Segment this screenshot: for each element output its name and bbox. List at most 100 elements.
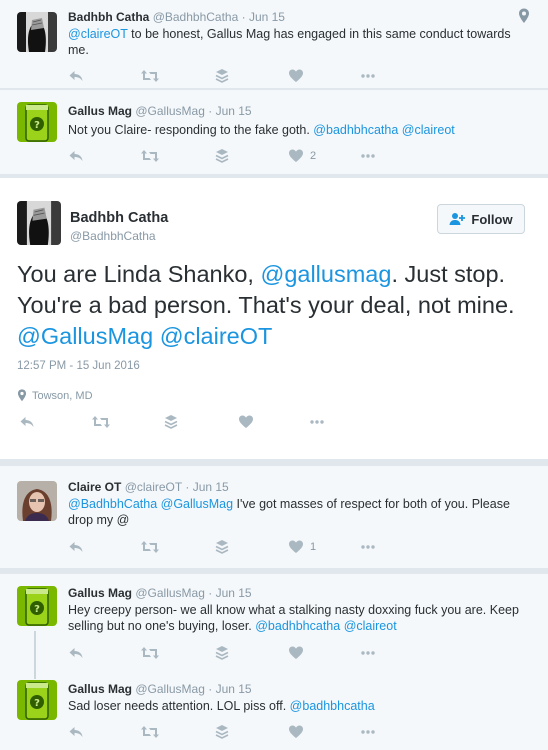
tweet-time[interactable]: · Jun 15 <box>208 104 251 118</box>
like-button[interactable]: 1 <box>288 539 316 555</box>
tweet-header: Gallus Mag @GallusMag · Jun 15 <box>68 682 252 696</box>
user-handle[interactable]: @BadhbhCatha <box>153 10 239 24</box>
tweet-timestamp[interactable]: 12:57 PM - 15 Jun 2016 <box>17 360 140 372</box>
layers-button[interactable] <box>214 724 230 740</box>
heart-icon <box>288 539 304 555</box>
avatar[interactable] <box>17 12 57 52</box>
tweet-header: Claire OT @claireOT · Jun 15 <box>68 480 229 494</box>
more-button[interactable] <box>360 539 376 555</box>
user-name[interactable]: Badhbh Catha <box>68 10 149 24</box>
mention-link[interactable]: @badhbhcatha <box>290 699 375 713</box>
user-handle[interactable]: @claireOT <box>125 480 182 494</box>
tweet-text: Sad loser needs attention. LOL piss off.… <box>68 699 375 713</box>
main-tweet-text: You are Linda Shanko, @gallusmag. Just s… <box>17 261 515 349</box>
more-icon <box>360 68 376 84</box>
retweet-button[interactable] <box>140 148 160 164</box>
retweet-button[interactable] <box>140 645 160 661</box>
user-name[interactable]: Gallus Mag <box>68 682 132 696</box>
more-icon <box>360 645 376 661</box>
mention-link[interactable]: @claireOT <box>160 323 273 349</box>
retweet-icon <box>140 539 160 555</box>
more-icon <box>360 148 376 164</box>
retweet-icon <box>140 645 160 661</box>
reply-button[interactable] <box>68 645 84 661</box>
reply-tweet[interactable]: Claire OT @claireOT · Jun 15 @BadhbhCath… <box>0 466 548 568</box>
mention-link[interactable]: @GallusMag <box>161 497 233 511</box>
reply-button[interactable] <box>19 414 35 430</box>
layers-button[interactable] <box>214 68 230 84</box>
more-icon <box>309 414 325 430</box>
avatar[interactable] <box>17 201 61 245</box>
retweet-icon <box>140 724 160 740</box>
retweet-button[interactable] <box>140 68 160 84</box>
more-icon <box>360 539 376 555</box>
retweet-icon <box>140 148 160 164</box>
layers-button[interactable] <box>163 414 179 430</box>
like-button[interactable] <box>288 645 310 661</box>
layers-button[interactable] <box>214 645 230 661</box>
mention-link[interactable]: @GallusMag <box>17 323 153 349</box>
reply-button[interactable] <box>68 724 84 740</box>
user-name[interactable]: Gallus Mag <box>68 104 132 118</box>
user-handle[interactable]: @GallusMag <box>135 682 205 696</box>
reply-icon <box>68 645 84 661</box>
more-button[interactable] <box>360 724 376 740</box>
avatar[interactable] <box>17 102 57 142</box>
reply-button[interactable] <box>68 148 84 164</box>
heart-icon <box>288 148 304 164</box>
mention-link[interactable]: @BadhbhCatha <box>68 497 157 511</box>
user-name[interactable]: Gallus Mag <box>68 586 132 600</box>
more-button[interactable] <box>360 645 376 661</box>
more-button[interactable] <box>360 148 376 164</box>
layers-icon <box>214 68 230 84</box>
reply-icon <box>68 68 84 84</box>
tweet-time[interactable]: · Jun 15 <box>185 480 228 494</box>
avatar[interactable] <box>17 586 57 626</box>
heart-icon <box>288 724 304 740</box>
context-tweet[interactable]: Badhbh Catha @BadhbhCatha · Jun 15 @clai… <box>0 0 548 88</box>
mention-link[interactable]: @gallusmag <box>260 261 391 287</box>
mention-link[interactable]: @claireOT <box>68 27 128 41</box>
mention-link[interactable]: @claireot <box>344 619 397 633</box>
user-name[interactable]: Badhbh Catha <box>70 210 168 226</box>
mention-link[interactable]: @badhbhcatha <box>255 619 340 633</box>
mention-link[interactable]: @claireot <box>402 123 455 137</box>
tweet-text: @BadhbhCatha @GallusMag I've got masses … <box>68 497 510 527</box>
like-button[interactable] <box>288 68 310 84</box>
layers-button[interactable] <box>214 148 230 164</box>
tweet-time[interactable]: · Jun 15 <box>208 682 251 696</box>
reply-button[interactable] <box>68 539 84 555</box>
retweet-button[interactable] <box>91 414 111 430</box>
avatar[interactable] <box>17 481 57 521</box>
more-button[interactable] <box>360 68 376 84</box>
retweet-button[interactable] <box>140 724 160 740</box>
avatar[interactable] <box>17 680 57 720</box>
user-handle[interactable]: @BadhbhCatha <box>70 229 156 243</box>
user-handle[interactable]: @GallusMag <box>135 586 205 600</box>
reply-thread: Gallus Mag @GallusMag · Jun 15 Hey creep… <box>0 574 548 750</box>
heart-icon <box>288 68 304 84</box>
retweet-icon <box>140 68 160 84</box>
tweet-location[interactable]: Towson, MD <box>17 389 93 402</box>
location-pin-icon <box>17 389 27 402</box>
more-icon <box>360 724 376 740</box>
like-button[interactable] <box>288 724 310 740</box>
mention-link[interactable]: @badhbhcatha <box>313 123 398 137</box>
reply-button[interactable] <box>68 68 84 84</box>
layers-button[interactable] <box>214 539 230 555</box>
follow-button[interactable]: Follow <box>437 204 525 234</box>
user-handle[interactable]: @GallusMag <box>135 104 205 118</box>
context-tweet[interactable]: Gallus Mag @GallusMag · Jun 15 Not you C… <box>0 90 548 174</box>
reply-icon <box>19 414 35 430</box>
like-count: 2 <box>310 150 317 162</box>
user-name[interactable]: Claire OT <box>68 480 121 494</box>
tweet-time[interactable]: · Jun 15 <box>208 586 251 600</box>
retweet-button[interactable] <box>140 539 160 555</box>
like-button[interactable]: 2 <box>288 148 316 164</box>
like-button[interactable] <box>238 414 254 430</box>
more-button[interactable] <box>309 414 325 430</box>
reply-icon <box>68 539 84 555</box>
tweet-header: Gallus Mag @GallusMag · Jun 15 <box>68 586 252 600</box>
tweet-time[interactable]: · Jun 15 <box>242 10 285 24</box>
tweet-header: Badhbh Catha @BadhbhCatha · Jun 15 <box>68 10 285 24</box>
